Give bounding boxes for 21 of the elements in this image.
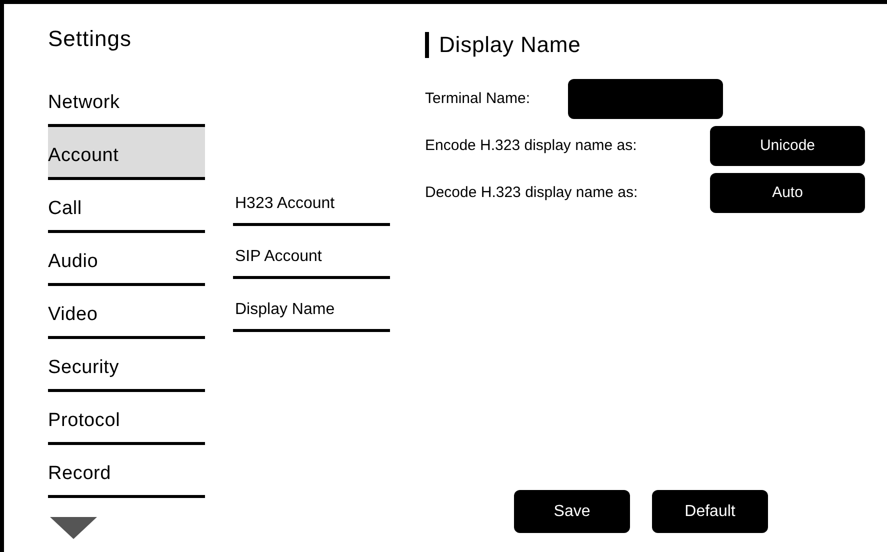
submenu-item[interactable]: SIP Account [233, 226, 390, 279]
panel-title: Display Name [425, 32, 581, 58]
action-button[interactable]: Save [514, 490, 630, 533]
field-label: Decode H.323 display name as: [425, 184, 639, 201]
menu-item[interactable]: Call [48, 180, 205, 233]
submenu-item[interactable]: Display Name [233, 279, 390, 332]
dropdown[interactable]: Auto [710, 172, 865, 212]
input-field[interactable] [568, 78, 723, 118]
submenu-item[interactable]: H323 Account [233, 173, 390, 226]
dropdown[interactable]: Unicode [710, 126, 865, 166]
menu-item[interactable]: Protocol [48, 392, 205, 445]
scroll-down-icon[interactable] [50, 517, 97, 539]
menu-item[interactable]: Account [48, 127, 205, 180]
menu-item[interactable]: Video [48, 286, 205, 339]
sidebar-title: Settings [48, 26, 132, 52]
action-button[interactable]: Default [652, 490, 768, 533]
field-label: Encode H.323 display name as: [425, 137, 638, 154]
menu-item[interactable]: Record [48, 445, 205, 498]
field-label: Terminal Name: [425, 90, 532, 107]
menu-item[interactable]: Security [48, 339, 205, 392]
menu-item[interactable]: Audio [48, 233, 205, 286]
